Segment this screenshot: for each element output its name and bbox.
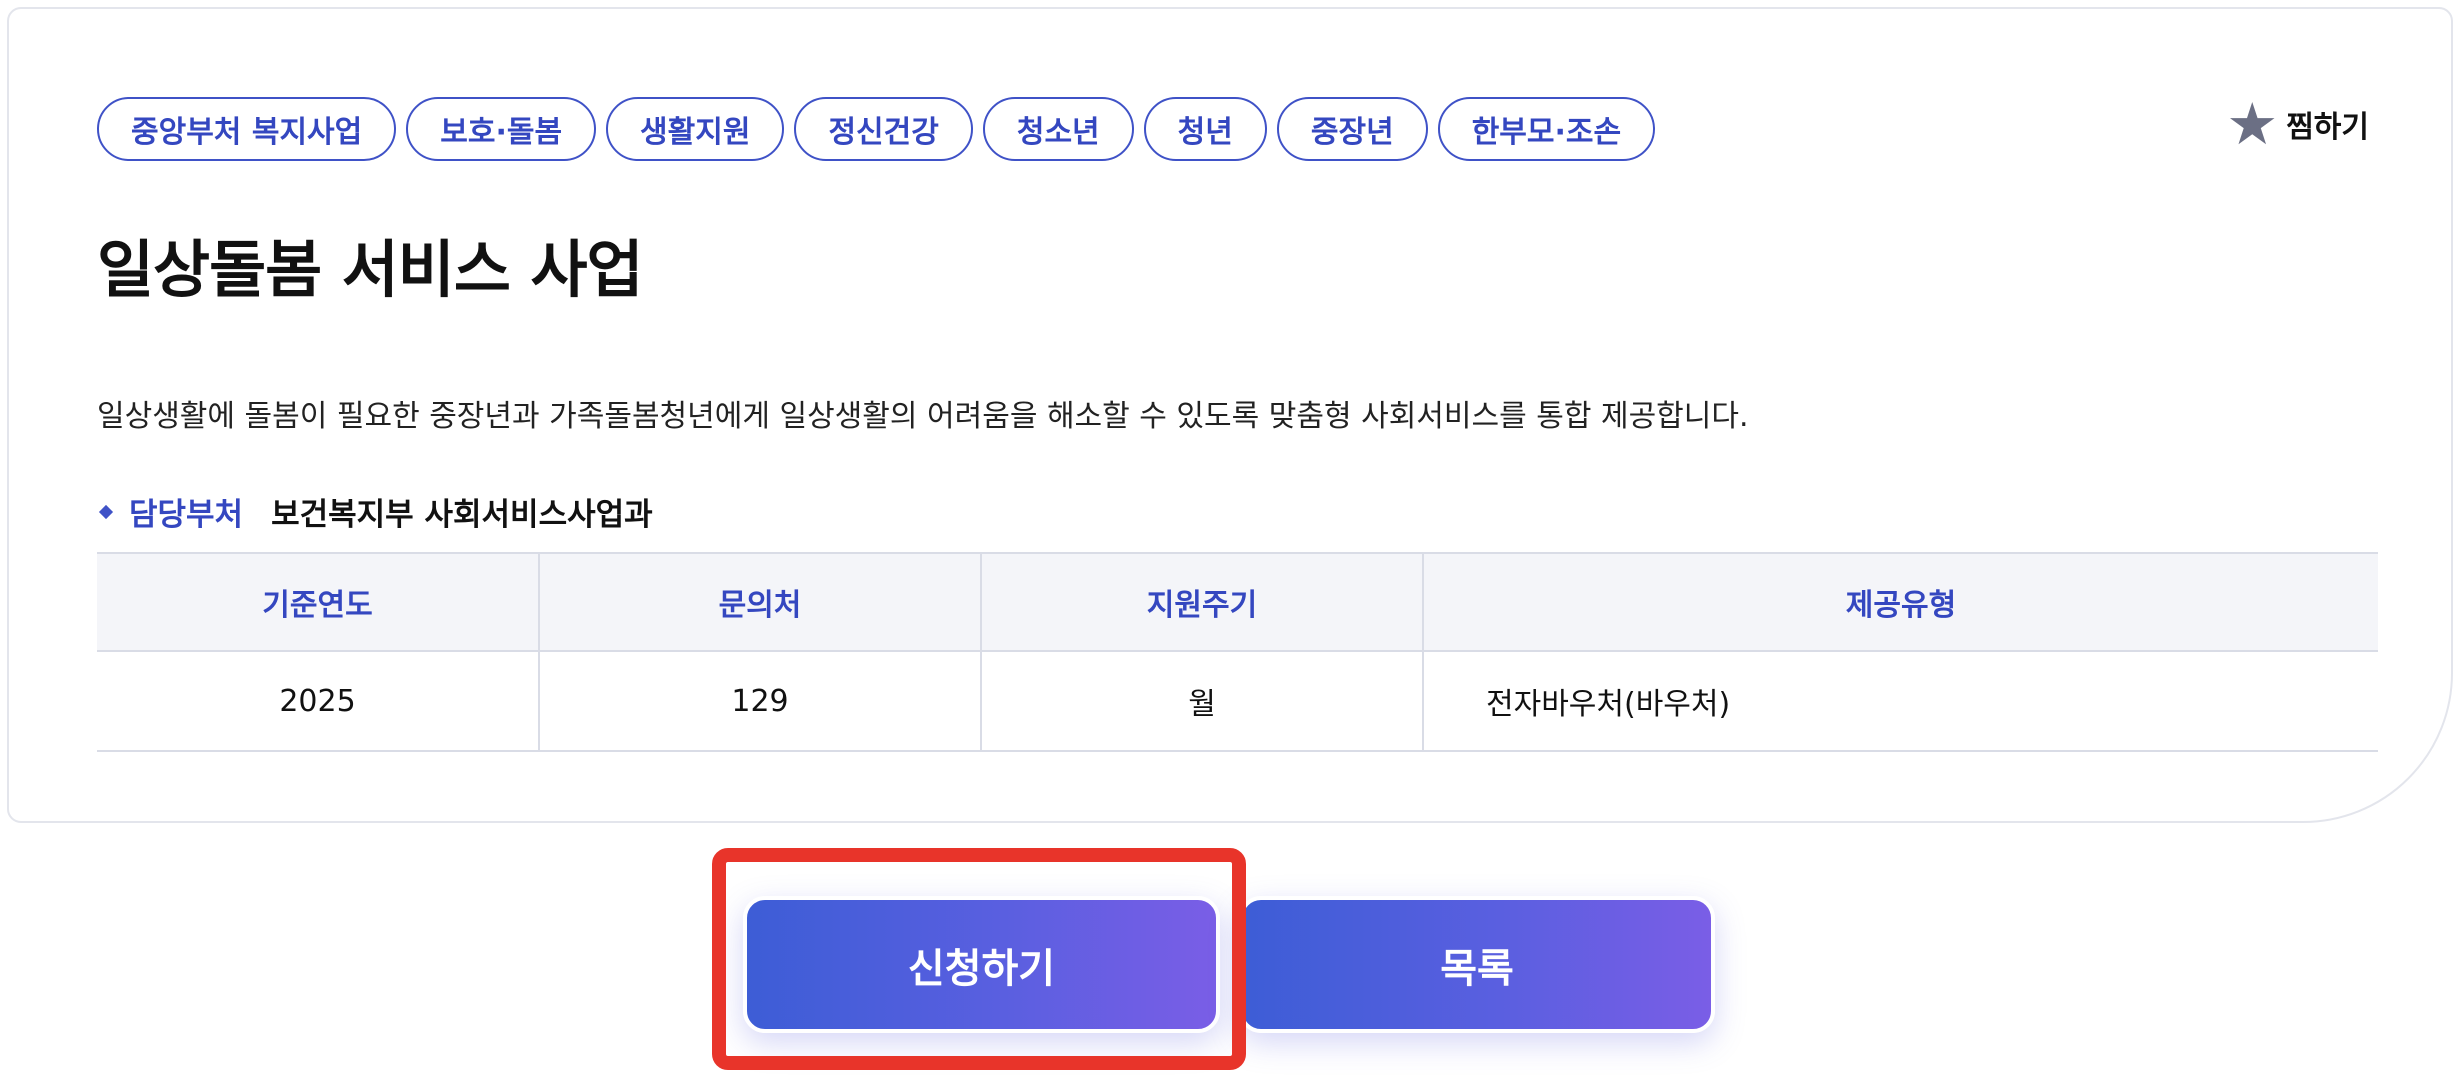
tag-central-welfare[interactable]: 중앙부처 복지사업 (97, 97, 397, 161)
tag-protection-care[interactable]: 보호·돌봄 (406, 97, 597, 161)
cell-contact: 129 (538, 651, 981, 752)
tag-living-support[interactable]: 생활지원 (606, 97, 785, 161)
tag-youth[interactable]: 청년 (1143, 97, 1267, 161)
bullet-icon (98, 504, 114, 519)
cell-year: 2025 (97, 651, 539, 752)
tag-single-parent[interactable]: 한부모·조손 (1437, 97, 1656, 161)
service-description: 일상생활에 돌봄이 필요한 중장년과 가족돌봄청년에게 일상생활의 어려움을 해… (97, 399, 1749, 434)
service-detail-card: 중앙부처 복지사업 보호·돌봄 생활지원 정신건강 청소년 청년 중장년 한부모… (7, 7, 2453, 823)
department-label: 담당부처 (129, 497, 244, 533)
header-cycle: 지원주기 (980, 552, 1423, 652)
tag-middle-aged[interactable]: 중장년 (1276, 97, 1428, 161)
favorite-button[interactable]: ★ 찜하기 (2226, 95, 2369, 153)
header-contact: 문의처 (538, 552, 981, 652)
department-value: 보건복지부 사회서비스사업과 (271, 497, 653, 533)
list-button[interactable]: 목록 (1239, 896, 1715, 1033)
header-type: 제공유형 (1422, 552, 2378, 652)
cell-cycle: 월 (980, 651, 1423, 752)
tag-mental-health[interactable]: 정신건강 (794, 97, 973, 161)
header-year: 기준연도 (97, 552, 539, 652)
tag-adolescent[interactable]: 청소년 (982, 97, 1134, 161)
table-row: 2025 129 월 전자바우처(바우처) (97, 651, 2378, 752)
apply-button[interactable]: 신청하기 (743, 896, 1220, 1033)
cell-type: 전자바우처(바우처) (1422, 651, 2378, 752)
star-icon: ★ (2226, 90, 2279, 158)
department-row: 담당부처 보건복지부 사회서비스사업과 (97, 489, 653, 534)
info-table: 기준연도 문의처 지원주기 제공유형 2025 129 월 전자바우처(바우처) (97, 552, 2378, 752)
favorite-label: 찜하기 (2286, 110, 2369, 145)
category-tags: 중앙부처 복지사업 보호·돌봄 생활지원 정신건강 청소년 청년 중장년 한부모… (97, 97, 1656, 161)
table-header-row: 기준연도 문의처 지원주기 제공유형 (97, 552, 2378, 652)
page-title: 일상돌봄 서비스 사업 (97, 233, 644, 306)
